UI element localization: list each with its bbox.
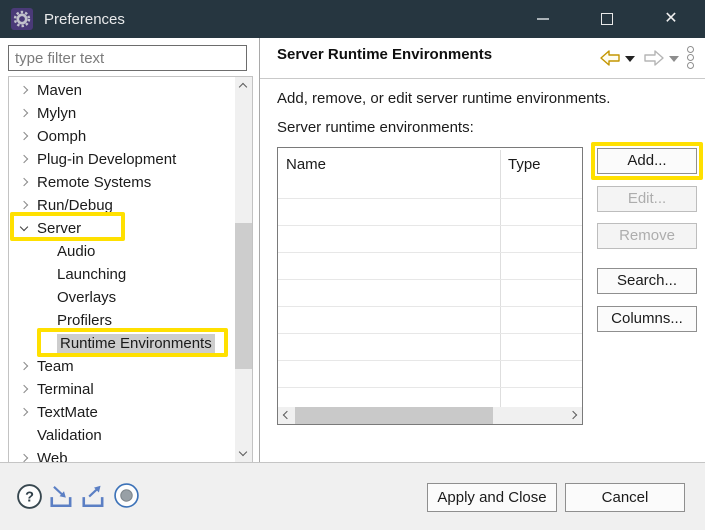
tree-rows: Maven Mylyn Oomph Plug-in Development Remote…	[9, 79, 235, 462]
svg-text:?: ?	[25, 490, 34, 506]
dot	[687, 54, 694, 61]
close-button[interactable]: ✕	[639, 0, 703, 38]
add-button[interactable]: Add...	[597, 148, 697, 174]
column-header-name[interactable]: Name	[286, 156, 326, 173]
column-header-type[interactable]: Type	[508, 156, 541, 173]
close-icon: ✕	[664, 11, 677, 27]
tree-item-label: Overlays	[57, 289, 116, 306]
help-icon[interactable]: ?	[16, 483, 43, 510]
chevron-collapsed-icon[interactable]	[20, 201, 28, 209]
tree-scrollbar-thumb[interactable]	[235, 223, 252, 369]
chevron-collapsed-icon[interactable]	[20, 385, 28, 393]
tree-item-label: Audio	[57, 243, 95, 260]
forward-arrow-icon[interactable]	[644, 50, 664, 66]
filter-input[interactable]	[8, 45, 247, 71]
runtime-environments-table: Name Type	[277, 147, 583, 425]
tree-item-label: Oomph	[37, 128, 86, 145]
window-controls: ✕	[511, 0, 703, 38]
tree-item-validation[interactable]: Validation	[9, 424, 235, 447]
tree-item-textmate[interactable]: TextMate	[9, 401, 235, 424]
tree-item-label: Profilers	[57, 312, 112, 329]
scroll-down-icon[interactable]	[239, 448, 247, 456]
tree-item-label: Terminal	[37, 381, 94, 398]
edit-button[interactable]: Edit...	[597, 186, 697, 212]
columns-button[interactable]: Columns...	[597, 306, 697, 332]
tree-item-profilers[interactable]: Profilers	[9, 309, 235, 332]
tree-item-label: Remote Systems	[37, 174, 151, 191]
back-arrow-icon[interactable]	[600, 50, 620, 66]
tree-item-launching[interactable]: Launching	[9, 263, 235, 286]
tree-item-label: Maven	[37, 82, 82, 99]
tree-item-mylyn[interactable]: Mylyn	[9, 102, 235, 125]
tree-item-plug-in-development[interactable]: Plug-in Development	[9, 148, 235, 171]
minimize-icon	[537, 18, 549, 20]
tree-item-label: Launching	[57, 266, 126, 283]
chevron-collapsed-icon[interactable]	[20, 132, 28, 140]
scroll-left-icon[interactable]	[283, 411, 291, 419]
scroll-right-icon[interactable]	[569, 411, 577, 419]
preferences-dialog: Preferences ✕ Maven Mylyn Oomph Plug-in Dev…	[0, 0, 705, 530]
tree-scrollbar[interactable]	[235, 77, 252, 462]
scroll-up-icon[interactable]	[239, 83, 247, 91]
tree-item-team[interactable]: Team	[9, 355, 235, 378]
eclipse-logo-icon	[11, 8, 33, 30]
tree-item-label: Web	[37, 450, 68, 462]
tree-item-label: Mylyn	[37, 105, 76, 122]
chevron-collapsed-icon[interactable]	[20, 362, 28, 370]
panel-divider	[259, 38, 260, 462]
table-label: Server runtime environments:	[277, 119, 474, 136]
dot	[687, 46, 694, 53]
tree-item-audio[interactable]: Audio	[9, 240, 235, 263]
tree-item-label: Run/Debug	[37, 197, 113, 214]
page-title: Server Runtime Environments	[277, 46, 492, 63]
record-icon[interactable]	[113, 482, 140, 509]
tree-item-maven[interactable]: Maven	[9, 79, 235, 102]
cancel-button[interactable]: Cancel	[565, 483, 685, 512]
back-history-dropdown-icon[interactable]	[625, 56, 635, 62]
tree-item-server[interactable]: Server	[9, 217, 235, 240]
preference-tree: Maven Mylyn Oomph Plug-in Development Remote…	[8, 76, 253, 462]
tree-item-run-debug[interactable]: Run/Debug	[9, 194, 235, 217]
forward-history-dropdown-icon[interactable]	[669, 56, 679, 62]
export-icon[interactable]	[80, 483, 107, 509]
remove-button[interactable]: Remove	[597, 223, 697, 249]
tree-item-remote-systems[interactable]: Remote Systems	[9, 171, 235, 194]
minimize-button[interactable]	[511, 0, 575, 38]
table-horizontal-scrollbar[interactable]	[278, 407, 582, 424]
tree-item-label: TextMate	[37, 404, 98, 421]
chevron-collapsed-icon[interactable]	[20, 86, 28, 94]
table-grid-lines	[278, 172, 582, 409]
title-bar[interactable]: Preferences ✕	[0, 0, 705, 38]
tree-item-label: Plug-in Development	[37, 151, 176, 168]
search-button[interactable]: Search...	[597, 268, 697, 294]
chevron-collapsed-icon[interactable]	[20, 408, 28, 416]
window-title: Preferences	[44, 11, 125, 28]
chevron-collapsed-icon[interactable]	[20, 109, 28, 117]
page-description: Add, remove, or edit server runtime envi…	[277, 90, 610, 107]
tree-item-label: Team	[37, 358, 74, 375]
tree-item-terminal[interactable]: Terminal	[9, 378, 235, 401]
dot	[687, 62, 694, 69]
tree-item-web[interactable]: Web	[9, 447, 235, 462]
apply-and-close-button[interactable]: Apply and Close	[427, 483, 557, 512]
maximize-icon	[601, 13, 613, 25]
h-scrollbar-thumb[interactable]	[295, 407, 493, 424]
tree-item-overlays[interactable]: Overlays	[9, 286, 235, 309]
view-menu-icon[interactable]	[687, 46, 694, 70]
chevron-collapsed-icon[interactable]	[20, 178, 28, 186]
header-separator	[260, 78, 705, 79]
tree-item-oomph[interactable]: Oomph	[9, 125, 235, 148]
chevron-expanded-icon[interactable]	[20, 223, 28, 231]
import-icon[interactable]	[48, 483, 75, 509]
chevron-collapsed-icon[interactable]	[20, 155, 28, 163]
footer-bar: ? Apply and Close Cancel	[0, 462, 705, 530]
tree-item-runtime-environments[interactable]: Runtime Environments	[9, 332, 235, 355]
tree-item-label: Server	[37, 220, 81, 237]
tree-item-label: Runtime Environments	[57, 334, 215, 353]
maximize-button[interactable]	[575, 0, 639, 38]
tree-item-label: Validation	[37, 427, 102, 444]
chevron-collapsed-icon[interactable]	[20, 454, 28, 462]
